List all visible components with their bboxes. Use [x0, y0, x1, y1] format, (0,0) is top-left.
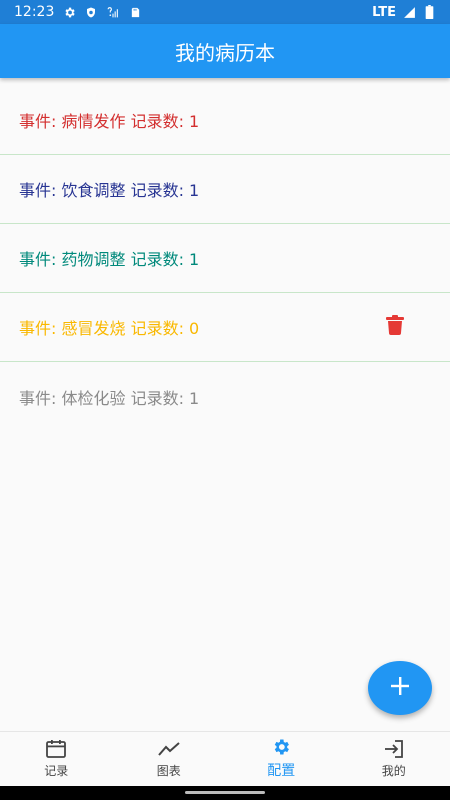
- status-time: 12:23: [14, 4, 55, 20]
- nav-item-records[interactable]: 记录: [0, 732, 113, 786]
- add-event-button[interactable]: [368, 661, 432, 715]
- list-item[interactable]: 事件: 体检化验 记录数: 1: [0, 362, 450, 431]
- shield-icon: [84, 5, 98, 19]
- nav-item-settings[interactable]: 配置: [225, 732, 338, 786]
- login-icon: [383, 739, 405, 758]
- event-list: 事件: 病情发作 记录数: 1 事件: 饮食调整 记录数: 1 事件: 药物调整…: [0, 86, 450, 431]
- nav-item-profile[interactable]: 我的: [338, 732, 450, 786]
- cell-signal-icon: [402, 5, 416, 19]
- bottom-navigation: 记录 图表 配置 我的: [0, 731, 450, 786]
- settings-icon: [62, 5, 76, 19]
- nav-label: 我的: [381, 763, 406, 778]
- list-item[interactable]: 事件: 饮食调整 记录数: 1: [0, 155, 450, 224]
- event-label: 事件: 病情发作 记录数: 1: [19, 112, 200, 131]
- nav-label: 记录: [44, 763, 69, 778]
- event-label: 事件: 感冒发烧 记录数: 0: [19, 319, 200, 338]
- signal-question-icon: [106, 5, 120, 19]
- app-bar: 我的病历本: [0, 24, 450, 78]
- home-indicator[interactable]: [185, 791, 265, 794]
- event-label: 事件: 饮食调整 记录数: 1: [19, 181, 200, 200]
- status-bar: 12:23 LTE: [0, 0, 450, 24]
- network-type: LTE: [372, 4, 396, 20]
- trend-chart-icon: [157, 740, 180, 758]
- battery-icon: [422, 5, 436, 19]
- plus-icon: [391, 677, 409, 699]
- list-item[interactable]: 事件: 病情发作 记录数: 1: [0, 86, 450, 155]
- trash-icon[interactable]: [386, 315, 404, 335]
- calendar-icon: [45, 739, 67, 758]
- nav-label: 图表: [156, 763, 181, 778]
- list-item[interactable]: 事件: 感冒发烧 记录数: 0: [0, 293, 450, 362]
- sd-card-icon: [128, 5, 142, 19]
- page-title: 我的病历本: [175, 40, 275, 65]
- nav-label: 配置: [267, 763, 296, 779]
- list-item[interactable]: 事件: 药物调整 记录数: 1: [0, 224, 450, 293]
- system-gesture-bar: [0, 786, 450, 800]
- nav-item-charts[interactable]: 图表: [113, 732, 226, 786]
- event-label: 事件: 体检化验 记录数: 1: [19, 388, 200, 408]
- event-label: 事件: 药物调整 记录数: 1: [19, 250, 200, 269]
- gear-icon: [270, 738, 292, 756]
